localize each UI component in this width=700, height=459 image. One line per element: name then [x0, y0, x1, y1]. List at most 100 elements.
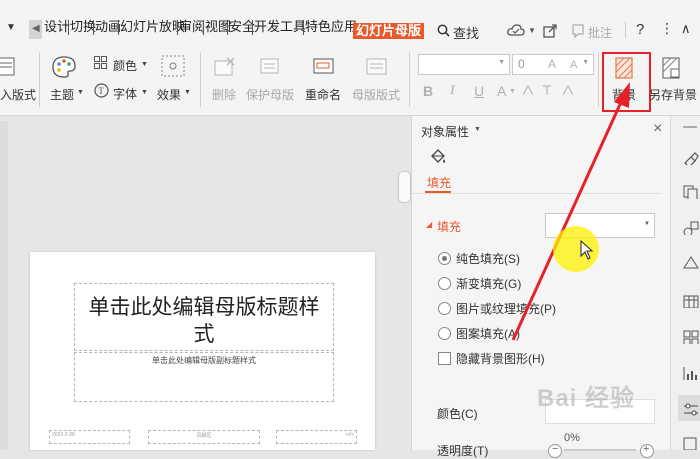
layers-icon[interactable]: [683, 256, 699, 270]
tab-fill[interactable]: 填充: [427, 174, 451, 191]
tab-separator: [203, 20, 204, 35]
tab-separator: [177, 20, 178, 35]
shapes-icon[interactable]: [683, 221, 699, 235]
comment-label[interactable]: 批注: [588, 24, 612, 41]
hide-background-checkbox[interactable]: [438, 352, 451, 365]
transparency-slider[interactable]: [564, 449, 636, 451]
chevron-down-icon: ▼: [141, 89, 148, 96]
chevron-down-icon[interactable]: ▼: [474, 126, 481, 133]
layout-icon[interactable]: [0, 57, 16, 77]
tab-features[interactable]: 特色应用: [305, 18, 357, 36]
delete-slide-icon[interactable]: [214, 57, 236, 77]
color-button[interactable]: 颜色: [113, 57, 137, 74]
tab-separator: [227, 20, 228, 35]
slide-master-canvas[interactable]: 单击此处编辑母版标题样式 单击此处编辑母版副标题样式 2023-2-28 页脚区…: [30, 252, 375, 450]
tab-separator: [252, 20, 253, 35]
settings-sliders-icon[interactable]: [683, 402, 699, 416]
master-layout-button[interactable]: 母版版式: [352, 86, 400, 103]
share-icon[interactable]: [543, 24, 557, 38]
pattern-fill-radio[interactable]: [438, 327, 451, 340]
insert-layout-button[interactable]: 入版式: [0, 86, 36, 103]
tab-scroll-left[interactable]: ◀: [29, 20, 42, 39]
more-icon[interactable]: ⋮: [660, 20, 674, 37]
footer-date-placeholder[interactable]: 2023-2-28: [49, 430, 130, 444]
footer-number-placeholder[interactable]: <#>: [276, 430, 357, 444]
tab-separator: [93, 20, 94, 35]
bold-button[interactable]: B: [423, 83, 433, 99]
table-icon[interactable]: [683, 294, 699, 308]
fill-section-header[interactable]: 填充: [437, 218, 461, 235]
tab-separator: [118, 20, 119, 35]
footer-text-placeholder[interactable]: 页脚区: [148, 430, 260, 444]
tab-separator: [68, 20, 69, 35]
tab-devtools[interactable]: 开发工具: [254, 18, 306, 36]
save-background-button[interactable]: 另存背景: [649, 86, 697, 103]
protect-master-icon[interactable]: [260, 57, 282, 77]
chart-icon[interactable]: [683, 366, 699, 380]
search-icon[interactable]: [437, 24, 450, 37]
tab-slideshow[interactable]: 幻灯片放映: [120, 18, 185, 36]
vertical-scrollbar[interactable]: [398, 171, 411, 203]
pattern-fill-label[interactable]: 图案填充(A): [456, 325, 520, 342]
minus-icon: −: [552, 443, 559, 455]
master-layout-icon[interactable]: [366, 57, 388, 77]
palette-icon[interactable]: [52, 56, 76, 78]
chevron-down-icon: ▼: [509, 88, 516, 95]
ribbon: 入版式 主题 ▼ 颜色 ▼ T 字体 ▼ 效果 ▼ 删除 保护母版 重命名 母版…: [0, 42, 700, 116]
help-icon[interactable]: ?: [636, 21, 644, 38]
chevron-down-icon[interactable]: ▼: [6, 22, 16, 33]
effect-icon[interactable]: [161, 55, 185, 77]
chevron-down-icon: ▼: [77, 89, 84, 96]
tab-design[interactable]: 设计: [44, 18, 70, 36]
divider: [200, 52, 201, 107]
protect-master-button[interactable]: 保护母版: [246, 86, 294, 103]
collapse-icon[interactable]: ∧: [681, 21, 691, 37]
gradient-fill-radio[interactable]: [438, 277, 451, 290]
font-family-select[interactable]: ▼: [418, 54, 510, 75]
title-placeholder[interactable]: 单击此处编辑母版标题样式: [74, 283, 334, 351]
font-color-button[interactable]: A: [497, 83, 506, 99]
panel-title: 对象属性: [421, 125, 470, 139]
brush-icon[interactable]: [683, 151, 699, 165]
font-icon[interactable]: T: [94, 83, 109, 98]
hide-background-label[interactable]: 隐藏背景图形(H): [456, 350, 545, 367]
more-tools-icon[interactable]: [683, 436, 699, 450]
fill-bucket-icon[interactable]: [429, 148, 447, 166]
tab-review[interactable]: 审阅: [179, 18, 205, 36]
theme-button[interactable]: 主题: [50, 86, 74, 103]
underline-button[interactable]: U: [474, 83, 484, 99]
text-options-icon[interactable]: [523, 85, 583, 97]
solid-fill-label[interactable]: 纯色填充(S): [456, 250, 520, 267]
font-grow-shrink-icon[interactable]: A A: [548, 56, 588, 71]
gradient-fill-label[interactable]: 渐变填充(G): [456, 275, 521, 292]
color-grid-icon[interactable]: [94, 56, 108, 70]
effect-button[interactable]: 效果: [157, 86, 181, 103]
solid-fill-radio[interactable]: [438, 252, 451, 265]
picture-fill-label[interactable]: 图片或纹理填充(P): [456, 300, 556, 317]
plus-button[interactable]: +: [640, 443, 654, 458]
divider: [412, 193, 662, 194]
collapse-triangle-icon[interactable]: ◢: [426, 220, 432, 229]
picture-fill-radio[interactable]: [438, 302, 451, 315]
chevron-down-icon: ▼: [141, 61, 148, 68]
slide-title: 单击此处编辑母版标题样式: [88, 295, 320, 346]
close-icon[interactable]: ×: [653, 120, 662, 138]
copy-icon[interactable]: [683, 185, 699, 199]
comment-icon[interactable]: [571, 24, 585, 38]
search-label[interactable]: 查找: [453, 23, 479, 42]
delete-button[interactable]: 删除: [212, 86, 236, 103]
rename-button[interactable]: 重命名: [305, 86, 341, 103]
minus-button[interactable]: −: [548, 443, 562, 458]
svg-text:A: A: [570, 59, 578, 71]
watermark-logo: Bai 经验: [537, 385, 636, 412]
grid-icon[interactable]: [683, 330, 699, 344]
tab-slide-master[interactable]: 幻灯片母版: [353, 23, 425, 39]
font-button[interactable]: 字体: [113, 85, 137, 102]
chevron-down-icon[interactable]: ▼: [528, 26, 536, 35]
save-background-icon[interactable]: [662, 57, 682, 79]
italic-button[interactable]: I: [450, 83, 455, 99]
cloud-sync-icon[interactable]: [507, 24, 525, 37]
rename-icon[interactable]: [313, 57, 335, 77]
object-properties-panel: 对象属性 ▼ × 填充 ◢ 填充 ▼ 纯色填充(S) 渐变填充(G) 图片或纹理…: [411, 116, 671, 458]
subtitle-placeholder[interactable]: 单击此处编辑母版副标题样式: [74, 352, 334, 402]
